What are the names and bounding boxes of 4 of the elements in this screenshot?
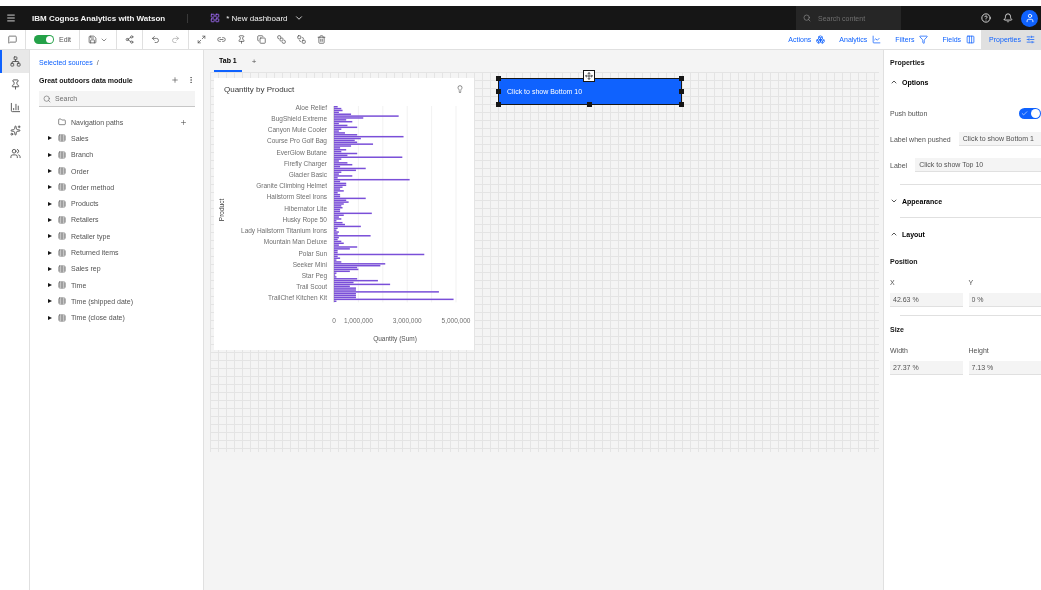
- product-name: IBM Cognos Analytics with Watson: [32, 13, 189, 23]
- add-tab-button[interactable]: +: [251, 56, 257, 66]
- chart-title: Quantity by Product: [224, 84, 295, 94]
- dashboard-title[interactable]: * New dashboard: [226, 13, 288, 23]
